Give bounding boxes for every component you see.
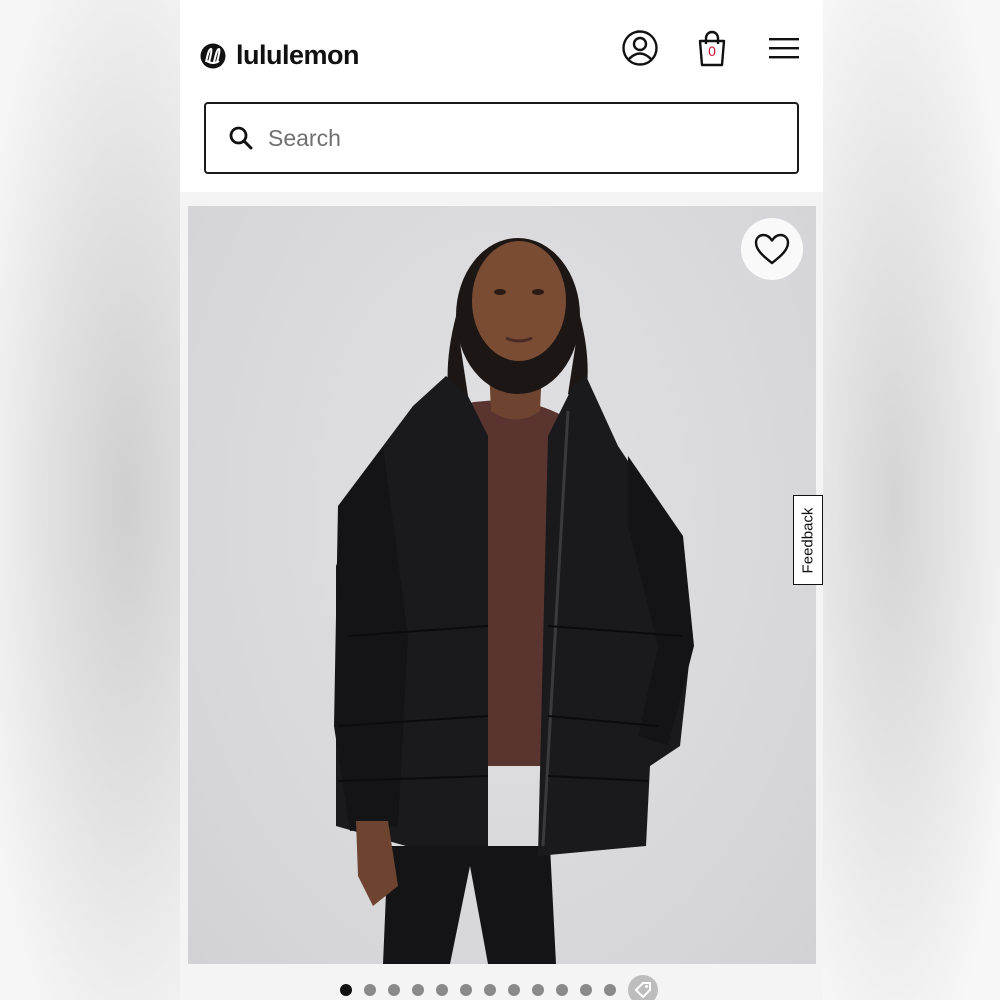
carousel-dot[interactable] xyxy=(508,984,520,996)
carousel-dot[interactable] xyxy=(484,984,496,996)
heart-icon xyxy=(754,233,790,265)
carousel-dot[interactable] xyxy=(436,984,448,996)
carousel-dot[interactable] xyxy=(460,984,472,996)
carousel-dot[interactable] xyxy=(604,984,616,996)
page-backdrop-left xyxy=(0,0,180,1000)
carousel-dot[interactable] xyxy=(340,984,352,996)
carousel-dot[interactable] xyxy=(388,984,400,996)
shopping-bag-button[interactable]: 0 xyxy=(692,28,732,68)
carousel-dot[interactable] xyxy=(412,984,424,996)
carousel-dot[interactable] xyxy=(532,984,544,996)
search-input[interactable] xyxy=(266,123,750,153)
tag-icon xyxy=(634,982,651,999)
search-bar[interactable] xyxy=(204,102,799,174)
carousel-dot[interactable] xyxy=(364,984,376,996)
product-photo-model xyxy=(334,238,694,964)
carousel-dot[interactable] xyxy=(580,984,592,996)
brand-logo[interactable]: lululemon xyxy=(200,40,360,71)
favorite-button[interactable] xyxy=(741,218,803,280)
brand-name: lululemon xyxy=(236,40,360,70)
page-backdrop-right xyxy=(823,0,1000,1000)
carousel-tag-button[interactable] xyxy=(628,975,658,1000)
site-header: lululemon 0 xyxy=(180,0,823,192)
lululemon-logo-icon xyxy=(200,43,226,68)
carousel-dots xyxy=(340,975,658,1000)
feedback-label: Feedback xyxy=(799,507,817,573)
menu-button[interactable] xyxy=(764,28,804,68)
product-image[interactable] xyxy=(188,206,816,964)
account-icon xyxy=(622,30,658,66)
bag-count-badge: 0 xyxy=(708,43,716,59)
carousel-dot[interactable] xyxy=(556,984,568,996)
hamburger-menu-icon xyxy=(769,38,799,59)
feedback-tab[interactable]: Feedback xyxy=(793,495,823,585)
mobile-viewport: lululemon 0 Search Feedback xyxy=(180,0,823,1000)
search-icon xyxy=(229,126,253,150)
account-button[interactable] xyxy=(620,28,660,68)
